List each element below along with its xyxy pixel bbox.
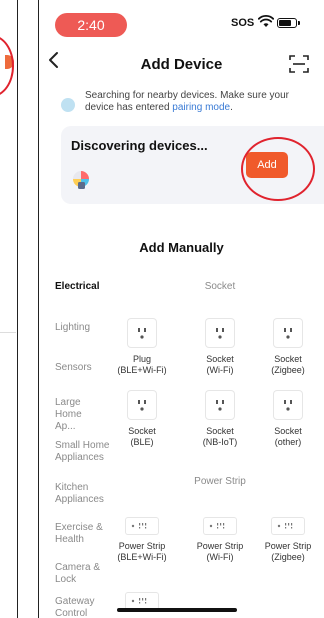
screenshot-stage: 2:40 SOS Add Device Searching for nearby… [0,0,324,618]
socket-icon [205,390,235,420]
discovered-device-icon[interactable] [71,170,91,190]
category-exercise-health[interactable]: Exercise & Health [55,522,103,546]
socket-icon [127,318,157,348]
device-tile[interactable]: Socket (other) [253,390,323,448]
device-tile[interactable]: Socket (Zigbee) [253,318,323,376]
device-label: Socket (other) [274,426,302,447]
category-electrical[interactable]: Electrical [55,281,135,293]
pairing-mode-link[interactable]: pairing mode [172,102,230,113]
device-tile[interactable]: Socket (NB-IoT) [185,390,255,448]
device-label: Socket (Wi-Fi) [206,354,234,375]
device-label: Power Strip (BLE+Wi-Fi) [117,541,167,562]
category-kitchen-appliances[interactable]: Kitchen Appliances [55,482,107,506]
category-small-home-appliances[interactable]: Small Home Appliances [55,440,111,464]
highlight-circle-add [241,137,315,201]
home-indicator[interactable] [117,608,237,612]
device-label: Socket (NB-IoT) [202,426,238,447]
battery-tip [298,21,300,25]
device-tile[interactable]: Socket (BLE) [107,390,177,448]
status-time: 2:40 [55,13,127,37]
device-label: Socket (Zigbee) [271,354,305,375]
device-label: Plug (BLE+Wi-Fi) [117,354,167,375]
socket-icon [273,318,303,348]
scan-icon[interactable] [289,54,309,74]
banner-suffix: . [230,102,233,113]
sos-indicator: SOS [231,17,255,29]
socket-icon [205,318,235,348]
battery-icon [277,18,297,28]
power-strip-icon [203,517,237,535]
searching-moon-icon [61,98,75,112]
navigation-bar: Add Device [39,50,324,80]
category-gateway-control[interactable]: Gateway Control [55,596,103,618]
search-banner: Searching for nearby devices. Make sure … [61,90,313,118]
divider [0,332,16,333]
device-tile[interactable]: Power Strip (BLE+Wi-Fi) [107,517,177,563]
wifi-icon [258,15,274,27]
discovering-title: Discovering devices... [71,138,208,153]
device-label: Socket (BLE) [128,426,156,447]
power-strip-icon [271,517,305,535]
page-title: Add Device [140,56,223,73]
device-label: Power Strip (Zigbee) [264,541,312,562]
category-large-home-appliances[interactable]: Large Home Ap... [55,397,103,433]
phone-screen: 2:40 SOS Add Device Searching for nearby… [38,0,324,618]
status-bar: 2:40 SOS [39,0,324,42]
socket-icon [127,390,157,420]
device-tile[interactable]: Power Strip (Zigbee) [253,517,323,563]
category-camera-lock[interactable]: Camera & Lock [55,562,103,586]
socket-icon [273,390,303,420]
power-strip-icon [125,517,159,535]
device-tile[interactable]: Plug (BLE+Wi-Fi) [107,318,177,376]
banner-text: Searching for nearby devices. Make sure … [85,90,311,114]
device-tile[interactable]: Socket (Wi-Fi) [185,318,255,376]
device-label: Power Strip (Wi-Fi) [196,541,244,562]
add-manually-title: Add Manually [139,240,224,255]
group-title-power-strip: Power Strip [194,476,246,487]
device-tile[interactable]: Power Strip (Wi-Fi) [185,517,255,563]
group-title-socket: Socket [204,281,236,292]
